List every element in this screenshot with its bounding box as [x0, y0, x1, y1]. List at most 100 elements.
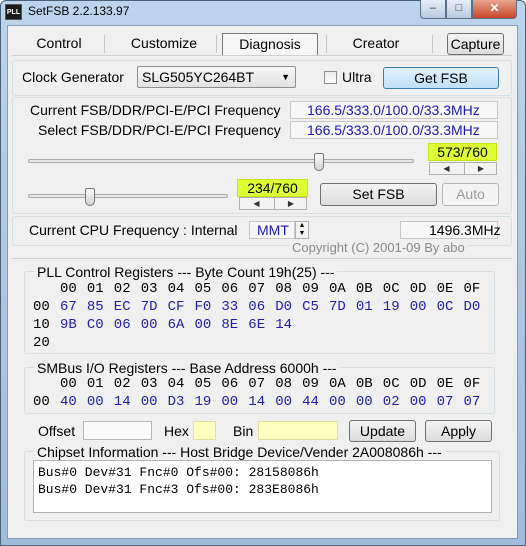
hex-column-header: 07 — [248, 376, 266, 392]
hex-byte-cell: 06 — [113, 317, 131, 333]
hex-byte-cell: 07 — [436, 394, 454, 410]
hex-column-header: 03 — [140, 281, 158, 297]
hex-column-header: 0B — [355, 376, 373, 392]
right-arrow-icon[interactable]: ▶ — [274, 198, 307, 209]
hex-byte-cell: 7D — [329, 299, 346, 315]
left-arrow-icon[interactable]: ◀ — [240, 198, 273, 209]
apply-button[interactable]: Apply — [425, 420, 492, 442]
pll-slider-thumb[interactable] — [84, 188, 95, 206]
hex-row-address: 00 — [33, 394, 50, 410]
tab-creator[interactable]: Creator — [336, 33, 416, 55]
chevron-down-icon: ▼ — [281, 72, 290, 82]
select-frequency-label: Select FSB/DDR/PCI-E/PCI Frequency — [38, 122, 281, 138]
hex-byte-cell: 67 — [60, 299, 77, 315]
tab-control[interactable]: Control — [22, 33, 96, 55]
hex-byte-cell: 40 — [60, 394, 77, 410]
copyright-text: Copyright (C) 2001-09 By abo — [290, 240, 467, 255]
bin-input[interactable] — [258, 421, 338, 440]
chipset-line: Bus#0 Dev#31 Fnc#3 Ofs#00: 283E8086h — [38, 482, 319, 497]
hex-byte-cell: 00 — [329, 394, 346, 410]
hex-column-header: 01 — [86, 376, 104, 392]
minimize-button[interactable]: – — [420, 0, 446, 19]
hex-byte-cell: 00 — [409, 394, 427, 410]
hex-byte-cell: 14 — [113, 394, 131, 410]
hex-byte-cell: 14 — [248, 394, 266, 410]
hex-byte-cell: 00 — [140, 394, 158, 410]
clock-generator-select[interactable]: SLG505YC264BT ▼ — [137, 66, 296, 88]
hex-column-header: 0A — [329, 376, 346, 392]
hex-column-header: 02 — [113, 376, 131, 392]
hex-column-header: 0E — [436, 376, 454, 392]
fsb-slider-spin[interactable]: ◀ ▶ — [429, 162, 497, 175]
update-button[interactable]: Update — [349, 420, 416, 442]
select-frequency-value: 166.5/333.0/100.0/33.3MHz — [290, 121, 498, 139]
hex-byte-cell: 8E — [221, 317, 239, 333]
hex-column-header: 0F — [463, 376, 481, 392]
pll-slider-track[interactable] — [28, 194, 228, 198]
clock-generator-label: Clock Generator — [22, 69, 124, 85]
app-icon: PLL — [5, 4, 22, 20]
left-arrow-icon[interactable]: ◀ — [430, 163, 463, 174]
cpu-frequency-label: Current CPU Frequency : Internal — [29, 222, 238, 238]
hex-byte-cell: C0 — [86, 317, 104, 333]
pll-registers-header: PLL Control Registers --- Byte Count 19h… — [34, 264, 338, 280]
hex-column-header: 0D — [409, 281, 427, 297]
hex-column-header: 0F — [463, 281, 481, 297]
hex-input[interactable] — [193, 421, 216, 440]
hex-column-header: 08 — [275, 281, 292, 297]
up-arrow-icon[interactable]: ▲ — [296, 222, 308, 230]
hex-byte-cell: 9B — [60, 317, 77, 333]
hex-column-header: 06 — [221, 376, 239, 392]
window-title: SetFSB 2.2.133.97 — [28, 4, 130, 18]
hex-column-header: 09 — [302, 376, 319, 392]
hex-column-header: 06 — [221, 281, 239, 297]
chipset-line: Bus#0 Dev#31 Fnc#0 Ofs#00: 28158086h — [38, 465, 319, 480]
tab-customize[interactable]: Customize — [120, 33, 208, 55]
hex-byte-cell: CF — [167, 299, 185, 315]
pll-slider-spin[interactable]: ◀ ▶ — [239, 197, 307, 210]
hex-column-header: 04 — [167, 281, 185, 297]
right-arrow-icon[interactable]: ▶ — [464, 163, 497, 174]
hex-byte-cell: 00 — [275, 394, 292, 410]
auto-button[interactable]: Auto — [442, 183, 499, 206]
cpu-mode-value[interactable]: MMT — [249, 221, 295, 239]
clock-generator-value: SLG505YC264BT — [142, 69, 255, 85]
hex-byte-cell: C5 — [302, 299, 319, 315]
title-bar[interactable]: PLL SetFSB 2.2.133.97 – □ ✕ — [0, 0, 524, 24]
set-fsb-button[interactable]: Set FSB — [320, 183, 437, 206]
tab-underline — [12, 55, 512, 56]
cpu-mode-spin[interactable]: ▲ ▼ — [295, 221, 309, 239]
hex-row-address: 00 — [33, 299, 50, 315]
fsb-slider-thumb[interactable] — [314, 153, 325, 171]
hex-column-header: 0D — [409, 376, 427, 392]
offset-label: Offset — [38, 423, 76, 439]
tab-diagnosis[interactable]: Diagnosis — [222, 33, 318, 55]
hex-row-address: 10 — [33, 317, 50, 333]
down-arrow-icon[interactable]: ▼ — [296, 230, 308, 238]
smbus-registers-header: SMBus I/O Registers --- Base Address 600… — [34, 360, 340, 376]
hex-column-header: 00 — [60, 376, 77, 392]
hex-byte-cell: 19 — [194, 394, 212, 410]
maximize-button[interactable]: □ — [446, 0, 472, 19]
current-frequency-label: Current FSB/DDR/PCI-E/PCI Frequency — [30, 102, 281, 118]
hex-byte-cell: 00 — [194, 317, 212, 333]
hex-byte-cell: 02 — [382, 394, 400, 410]
fsb-slider-value: 573/760 — [428, 143, 497, 161]
chipset-info-textbox[interactable]: Bus#0 Dev#31 Fnc#0 Ofs#00: 28158086h Bus… — [33, 460, 492, 513]
fsb-slider-track[interactable] — [28, 159, 414, 163]
capture-button[interactable]: Capture — [447, 33, 504, 55]
pll-slider-value: 234/760 — [237, 179, 308, 197]
hex-byte-cell: 0C — [436, 299, 454, 315]
close-button[interactable]: ✕ — [472, 0, 517, 19]
hex-column-header: 09 — [302, 281, 319, 297]
offset-input[interactable] — [83, 421, 152, 440]
hex-byte-cell: 44 — [302, 394, 319, 410]
get-fsb-button[interactable]: Get FSB — [383, 67, 499, 89]
hex-column-header: 0A — [329, 281, 346, 297]
hex-byte-cell: D3 — [167, 394, 185, 410]
ultra-checkbox[interactable] — [324, 71, 337, 84]
hex-column-header: 0C — [382, 281, 400, 297]
chipset-info-header: Chipset Information --- Host Bridge Devi… — [34, 444, 445, 460]
hex-column-header: 08 — [275, 376, 292, 392]
tab-separator — [326, 35, 327, 53]
